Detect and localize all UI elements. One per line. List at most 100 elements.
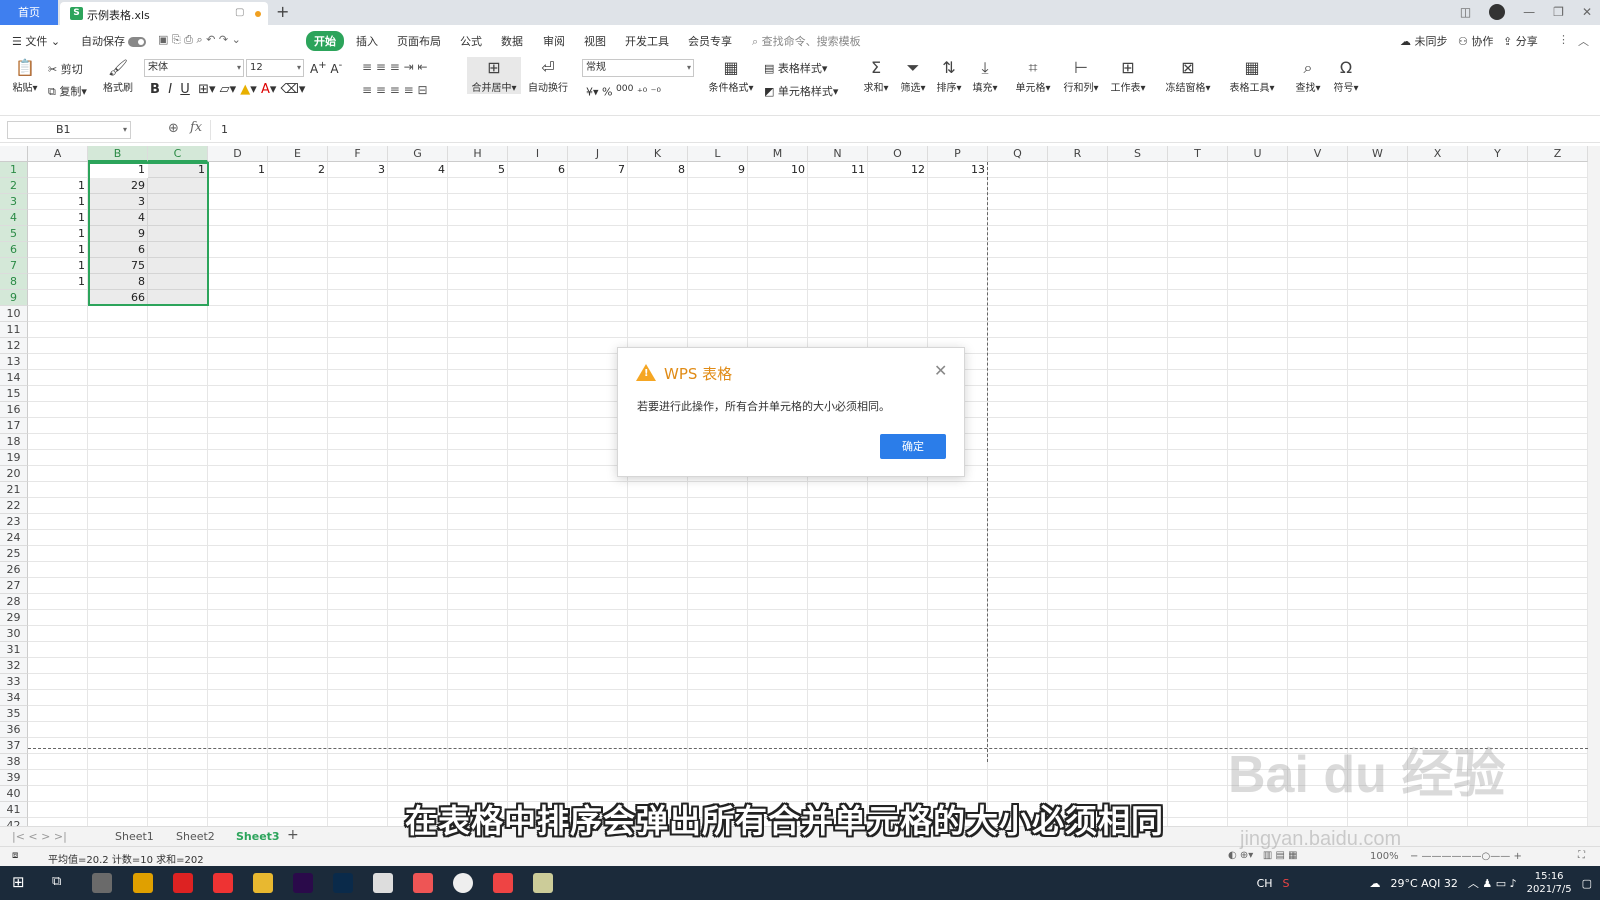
column-header-F[interactable]: F: [328, 146, 388, 162]
column-header-Y[interactable]: Y: [1468, 146, 1528, 162]
row-header-23[interactable]: 23: [0, 514, 28, 530]
column-header-O[interactable]: O: [868, 146, 928, 162]
share-button[interactable]: ⇪ 分享: [1503, 33, 1538, 49]
cell-A5[interactable]: 1: [28, 226, 88, 242]
row-header-32[interactable]: 32: [0, 658, 28, 674]
row-header-31[interactable]: 31: [0, 642, 28, 658]
cell-C1[interactable]: 1: [148, 162, 208, 178]
quick-access-icons[interactable]: ▣ ⎘ ⎙ ⌕ ↶ ↷ ⌄: [158, 33, 241, 47]
filter-button[interactable]: ⏷ 筛选▾: [897, 57, 929, 94]
sheet-tab-3[interactable]: Sheet3: [236, 830, 280, 843]
menu-start[interactable]: 开始: [306, 31, 344, 51]
cell-H1[interactable]: 5: [448, 162, 508, 178]
table-style-button[interactable]: ▤ 表格样式▾: [764, 60, 827, 76]
row-header-16[interactable]: 16: [0, 402, 28, 418]
cell-O1[interactable]: 12: [868, 162, 928, 178]
cell-A7[interactable]: 1: [28, 258, 88, 274]
freeze-panes-button[interactable]: ⊠ 冻结窗格▾: [1162, 57, 1214, 94]
vertical-align-icons[interactable]: ≡ ≡ ≡ ⇥ ⇤: [362, 60, 428, 74]
horizontal-align-icons[interactable]: ≡ ≡ ≡ ≡ ⊟: [362, 83, 428, 97]
cell-style-button[interactable]: ◩ 单元格样式▾: [764, 83, 838, 99]
wps-icon[interactable]: [213, 873, 233, 893]
formula-input[interactable]: 1: [210, 120, 1598, 140]
notification-icon[interactable]: ▢: [1582, 877, 1592, 890]
wps-spreadsheet-icon[interactable]: [413, 873, 433, 893]
row-header-13[interactable]: 13: [0, 354, 28, 370]
row-header-35[interactable]: 35: [0, 706, 28, 722]
column-header-H[interactable]: H: [448, 146, 508, 162]
weather-label[interactable]: 29°C AQI 32: [1391, 877, 1458, 890]
sync-button[interactable]: ☁ 未同步: [1400, 33, 1448, 49]
cell-L1[interactable]: 9: [688, 162, 748, 178]
column-header-G[interactable]: G: [388, 146, 448, 162]
cell-P1[interactable]: 13: [928, 162, 988, 178]
row-header-7[interactable]: 7: [0, 258, 28, 274]
cell-N1[interactable]: 11: [808, 162, 868, 178]
ok-button[interactable]: 确定: [880, 434, 946, 459]
folder-icon[interactable]: [253, 873, 273, 893]
row-header-5[interactable]: 5: [0, 226, 28, 242]
column-header-C[interactable]: C: [148, 146, 208, 162]
clock[interactable]: 15:16 2021/7/5: [1527, 870, 1572, 896]
column-header-X[interactable]: X: [1408, 146, 1468, 162]
row-header-28[interactable]: 28: [0, 594, 28, 610]
row-header-36[interactable]: 36: [0, 722, 28, 738]
copy-button[interactable]: ⧉ 复制▾: [48, 83, 87, 99]
autosave-toggle[interactable]: 自动保存: [81, 33, 146, 49]
row-header-9[interactable]: 9: [0, 290, 28, 306]
row-header-2[interactable]: 2: [0, 178, 28, 194]
merge-center-button[interactable]: ⊞ 合并居中▾: [467, 57, 521, 94]
cell-button[interactable]: ⌗ 单元格▾: [1013, 57, 1053, 94]
zoom-formula-icon[interactable]: ⊕: [168, 121, 179, 136]
collab-button[interactable]: ⚇ 协作: [1458, 33, 1493, 49]
select-all-corner[interactable]: [0, 146, 28, 162]
column-header-P[interactable]: P: [928, 146, 988, 162]
row-header-15[interactable]: 15: [0, 386, 28, 402]
row-header-8[interactable]: 8: [0, 274, 28, 290]
menu-view[interactable]: 视图: [584, 33, 606, 49]
chrome-icon[interactable]: [133, 873, 153, 893]
column-header-Z[interactable]: Z: [1528, 146, 1588, 162]
column-header-U[interactable]: U: [1228, 146, 1288, 162]
photoshop-icon[interactable]: [333, 873, 353, 893]
vertical-scrollbar[interactable]: [1588, 146, 1600, 826]
column-header-T[interactable]: T: [1168, 146, 1228, 162]
column-header-V[interactable]: V: [1288, 146, 1348, 162]
sheet-tab-1[interactable]: Sheet1: [115, 830, 154, 843]
row-header-21[interactable]: 21: [0, 482, 28, 498]
sum-button[interactable]: Σ 求和▾: [860, 57, 892, 94]
column-header-Q[interactable]: Q: [988, 146, 1048, 162]
office-icon[interactable]: [373, 873, 393, 893]
menu-data[interactable]: 数据: [501, 33, 523, 49]
cell-B3[interactable]: 3: [88, 194, 148, 210]
worksheet-button[interactable]: ⊞ 工作表▾: [1108, 57, 1148, 94]
column-header-S[interactable]: S: [1108, 146, 1168, 162]
font-grow-shrink-icons[interactable]: A+ A-: [310, 60, 342, 76]
avatar[interactable]: [1489, 4, 1506, 20]
cell-B4[interactable]: 4: [88, 210, 148, 226]
row-header-34[interactable]: 34: [0, 690, 28, 706]
cell-A3[interactable]: 1: [28, 194, 88, 210]
zoom-slider[interactable]: − ——————○—— +: [1410, 851, 1522, 862]
row-header-27[interactable]: 27: [0, 578, 28, 594]
cell-B6[interactable]: 6: [88, 242, 148, 258]
new-tab-button[interactable]: +: [276, 2, 289, 21]
cell-D1[interactable]: 1: [208, 162, 268, 178]
row-header-1[interactable]: 1: [0, 162, 28, 178]
cell-A6[interactable]: 1: [28, 242, 88, 258]
app-icon-1[interactable]: [92, 873, 112, 893]
font-style-icons[interactable]: B I U ⊞▾ ▱▾ ▲▾ A▾ ⌫▾: [150, 82, 305, 97]
menu-member[interactable]: 会员专享: [688, 33, 732, 49]
sheet-nav-icons[interactable]: |< < > >|: [12, 830, 67, 843]
fullscreen-icon[interactable]: ⛶: [1578, 850, 1585, 861]
row-header-25[interactable]: 25: [0, 546, 28, 562]
cell-A8[interactable]: 1: [28, 274, 88, 290]
view-mode-icons[interactable]: ◐ ⊕▾ ▥ ▤ ▦: [1228, 850, 1298, 861]
row-header-40[interactable]: 40: [0, 786, 28, 802]
pin-icon[interactable]: ▢: [235, 7, 244, 18]
column-header-J[interactable]: J: [568, 146, 628, 162]
symbol-button[interactable]: Ω 符号▾: [1330, 57, 1362, 94]
sort-button[interactable]: ⇅ 排序▾: [933, 57, 965, 94]
row-header-6[interactable]: 6: [0, 242, 28, 258]
row-header-19[interactable]: 19: [0, 450, 28, 466]
